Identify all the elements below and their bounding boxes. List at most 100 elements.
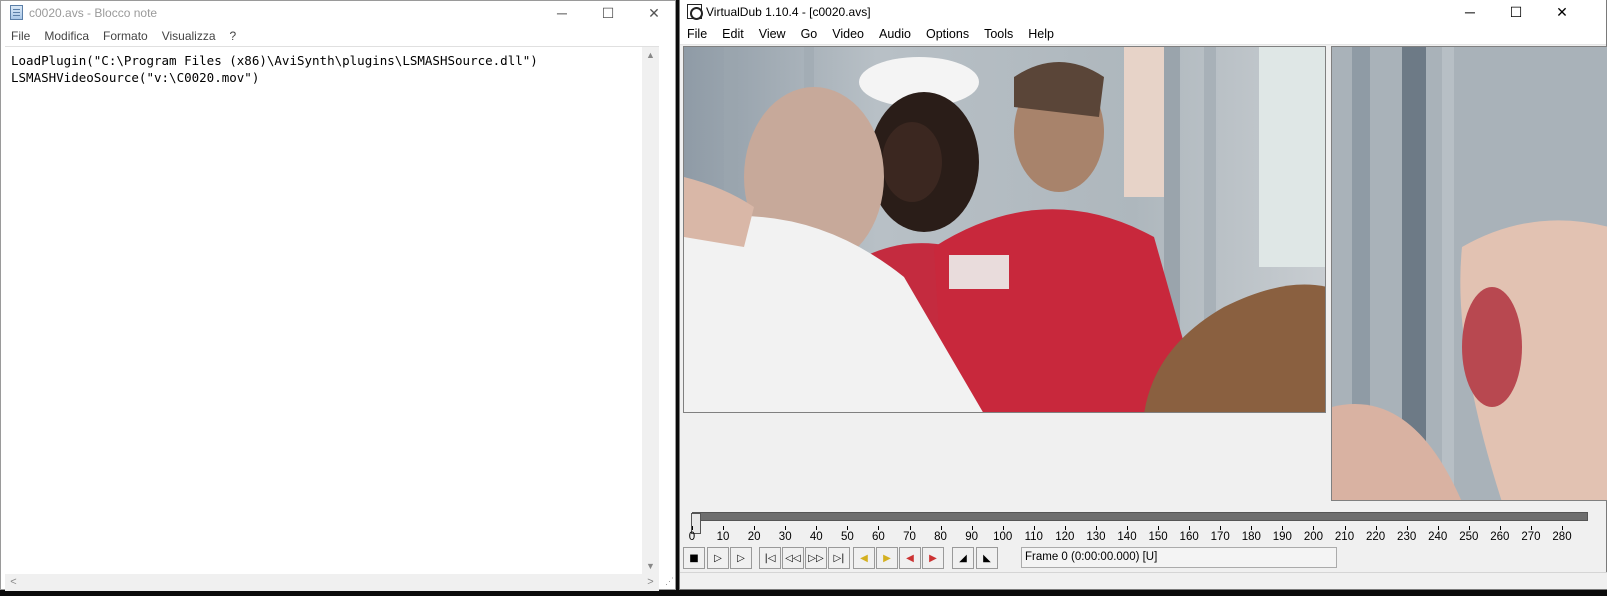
timeline-tick-label: 190 — [1272, 531, 1292, 543]
scroll-right-icon[interactable]: > — [642, 574, 659, 591]
timeline-tick-label: 80 — [934, 531, 947, 543]
vertical-scrollbar[interactable]: ▲ ▼ — [642, 47, 659, 575]
notepad-titlebar[interactable]: c0020.avs - Blocco note ─ ☐ ✕ — [1, 1, 675, 25]
notepad-menubar: File Modifica Formato Visualizza ? — [1, 25, 675, 46]
prev-frame-button[interactable]: ◁◁ — [782, 547, 804, 569]
resize-grip-icon[interactable]: ⋰ — [660, 574, 674, 588]
timeline-tick-label: 160 — [1179, 531, 1199, 543]
timeline-tick-label: 30 — [778, 531, 792, 543]
timeline-tick-label: 40 — [809, 531, 823, 543]
menu-file[interactable]: File — [11, 29, 30, 43]
menu-options[interactable]: Options — [926, 27, 969, 41]
scroll-up-icon[interactable]: ▲ — [642, 47, 659, 64]
timeline-tick — [1313, 526, 1315, 530]
timeline-tick-label: 100 — [993, 531, 1013, 543]
play-output-icon: ▷ — [737, 552, 745, 564]
stop-button[interactable]: ■ — [683, 547, 705, 569]
horizontal-scrollbar[interactable]: < > — [5, 574, 659, 591]
timeline-tick — [909, 526, 911, 530]
timeline-tick — [1220, 526, 1222, 530]
virtualdub-window: VirtualDub 1.10.4 - [c0020.avs] ─ ☐ ✕ Fi… — [679, 0, 1607, 590]
close-button[interactable]: ✕ — [1539, 0, 1585, 24]
play-output-button[interactable]: ▷ — [730, 547, 752, 569]
menu-formato[interactable]: Formato — [103, 29, 148, 43]
timeline-tick — [1095, 526, 1097, 530]
maximize-button[interactable]: ☐ — [585, 1, 631, 25]
timeline-tick — [1282, 526, 1284, 530]
next-keyframe-button[interactable]: ▶ — [876, 547, 898, 569]
minimize-button[interactable]: ─ — [1447, 0, 1493, 24]
output-video-pane[interactable] — [1331, 46, 1607, 501]
timeline-tick — [1406, 526, 1408, 530]
menu-help[interactable]: Help — [1028, 27, 1054, 41]
timeline-tick — [1158, 526, 1160, 530]
timeline-tick-label: 230 — [1397, 531, 1417, 543]
mark-out-button[interactable]: ◣ — [976, 547, 998, 569]
scroll-left-icon[interactable]: < — [5, 574, 22, 591]
play-input-button[interactable]: ▷ — [707, 547, 729, 569]
close-button[interactable]: ✕ — [631, 1, 677, 25]
output-frame-image — [1332, 47, 1607, 500]
timeline-tick-label: 140 — [1117, 531, 1137, 543]
virtualdub-titlebar[interactable]: VirtualDub 1.10.4 - [c0020.avs] ─ ☐ ✕ — [680, 0, 1606, 24]
menu-view[interactable]: View — [759, 27, 786, 41]
notepad-text-area[interactable]: LoadPlugin("C:\Program Files (x86)\AviSy… — [5, 46, 659, 575]
play-input-icon: ▷ — [714, 552, 722, 564]
menu-go[interactable]: Go — [801, 27, 818, 41]
script-line: LoadPlugin("C:\Program Files (x86)\AviSy… — [11, 53, 538, 68]
timeline-tick-label: 240 — [1428, 531, 1448, 543]
timeline-tick — [1033, 526, 1035, 530]
timeline-tick-label: 220 — [1365, 531, 1386, 543]
notepad-icon — [10, 5, 23, 20]
input-video-pane[interactable] — [683, 46, 1326, 413]
menu-tools[interactable]: Tools — [984, 27, 1013, 41]
go-end-button[interactable]: ▷| — [828, 547, 850, 569]
prev-scene-button[interactable]: ◀ — [899, 547, 921, 569]
menu-file[interactable]: File — [687, 27, 707, 41]
mark-in-icon: ◢ — [959, 552, 967, 564]
timeline-tick-label: 110 — [1024, 531, 1043, 543]
timeline-tick-label: 50 — [840, 531, 854, 543]
mark-in-button[interactable]: ◢ — [952, 547, 974, 569]
timeline-tick — [754, 526, 756, 530]
menu-help[interactable]: ? — [230, 29, 237, 43]
timeline-tick-label: 270 — [1521, 531, 1541, 543]
timeline-tick-label: 200 — [1303, 531, 1324, 543]
prev-scene-icon: ◀ — [906, 552, 914, 564]
menu-modifica[interactable]: Modifica — [44, 29, 89, 43]
prev-keyframe-icon: ◀ — [860, 552, 868, 564]
next-frame-button[interactable]: ▷▷ — [805, 547, 827, 569]
timeline-tick — [971, 526, 973, 530]
script-text[interactable]: LoadPlugin("C:\Program Files (x86)\AviSy… — [11, 52, 538, 86]
next-scene-button[interactable]: ▶ — [922, 547, 944, 569]
timeline-tick — [878, 526, 880, 530]
timeline-tick — [940, 526, 942, 530]
timeline-tick — [1251, 526, 1253, 530]
timeline-tick-label: 260 — [1490, 531, 1510, 543]
maximize-button[interactable]: ☐ — [1493, 0, 1539, 24]
next-frame-icon: ▷▷ — [808, 552, 824, 564]
virtualdub-title: VirtualDub 1.10.4 - [c0020.avs] — [706, 5, 871, 19]
menu-video[interactable]: Video — [832, 27, 864, 41]
timeline-tick — [692, 526, 693, 530]
timeline-tick-label: 170 — [1210, 531, 1230, 543]
prev-keyframe-button[interactable]: ◀ — [853, 547, 875, 569]
timeline-tick — [1530, 526, 1532, 530]
timeline-tick — [723, 526, 725, 530]
timeline-tick-label: 250 — [1459, 531, 1479, 543]
menu-audio[interactable]: Audio — [879, 27, 911, 41]
timeline-tick — [1189, 526, 1191, 530]
notepad-title: c0020.avs - Blocco note — [29, 6, 158, 20]
menu-visualizza[interactable]: Visualizza — [162, 29, 216, 43]
timeline-tick — [847, 526, 849, 530]
menu-edit[interactable]: Edit — [722, 27, 744, 41]
go-start-button[interactable]: |◁ — [759, 547, 781, 569]
scroll-down-icon[interactable]: ▼ — [642, 558, 659, 575]
minimize-button[interactable]: ─ — [539, 1, 585, 25]
timeline-tick-label: 20 — [747, 531, 761, 543]
timeline-track[interactable] — [691, 512, 1588, 534]
timeline-tick — [1468, 526, 1470, 530]
timeline-tick-label: 10 — [716, 531, 730, 543]
timeline-slider[interactable]: 0 10 20 30 40 50 60 70 80 90 100 110 120 130 140 150 160… — [689, 507, 1596, 547]
timeline-tick — [1375, 526, 1377, 530]
